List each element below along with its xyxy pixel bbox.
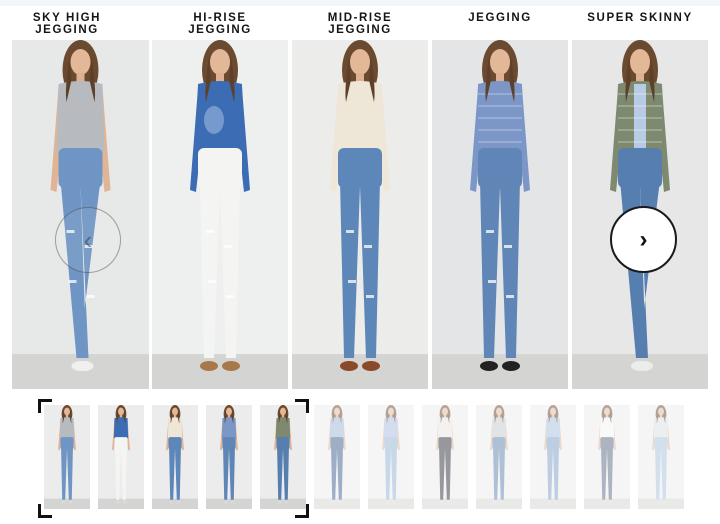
thumbnail[interactable]: [422, 405, 468, 509]
thumbnail-figure: [152, 405, 198, 509]
fit-label: HI-RISE JEGGING: [155, 12, 285, 36]
thumbnail[interactable]: [368, 405, 414, 509]
fit-label-line: MID-RISE: [327, 12, 393, 24]
thumbnail[interactable]: [476, 405, 522, 509]
thumbnail[interactable]: [260, 405, 306, 509]
fit-gallery: ‹ ›: [12, 40, 708, 389]
thumbnail-figure: [530, 405, 576, 509]
thumbnail[interactable]: [152, 405, 198, 509]
fit-label-line: SUPER SKINNY: [587, 12, 693, 24]
thumbnail-figure: [44, 405, 90, 509]
fit-label: SUPER SKINNY: [575, 12, 705, 24]
thumbnail-figure: [260, 405, 306, 509]
thumbnail-figure: [422, 405, 468, 509]
thumbnail[interactable]: [530, 405, 576, 509]
thumbnail-figure: [98, 405, 144, 509]
thumbnail-strip: [38, 399, 684, 518]
fit-label-line: JEGGING: [328, 24, 392, 36]
chevron-right-icon: ›: [639, 225, 648, 253]
fit-label-line: JEGGING: [188, 24, 252, 36]
model-figure: [292, 40, 428, 389]
model-photo[interactable]: [292, 40, 428, 389]
thumbnail[interactable]: [584, 405, 630, 509]
fit-label-line: HI-RISE: [193, 12, 247, 24]
thumbnail-figure: [314, 405, 360, 509]
top-strip: [0, 0, 720, 6]
thumbnail-figure: [368, 405, 414, 509]
fit-label: SKY HIGH JEGGING: [2, 12, 132, 36]
thumbnail[interactable]: [314, 405, 360, 509]
model-photo[interactable]: [432, 40, 568, 389]
thumbnail-figure: [476, 405, 522, 509]
fit-label-line: JEGGING: [468, 12, 532, 24]
chevron-left-icon: ‹: [83, 224, 93, 255]
thumbnail-figure: [584, 405, 630, 509]
thumbnail-figure: [206, 405, 252, 509]
previous-button[interactable]: ‹: [55, 207, 121, 273]
model-figure: [152, 40, 288, 389]
fit-label: JEGGING: [435, 12, 565, 24]
model-photo[interactable]: [152, 40, 288, 389]
fit-label-line: JEGGING: [35, 24, 99, 36]
fit-label: MID-RISE JEGGING: [295, 12, 425, 36]
next-button[interactable]: ›: [610, 206, 677, 273]
thumbnail[interactable]: [638, 405, 684, 509]
thumbnail[interactable]: [44, 405, 90, 509]
thumbnail[interactable]: [206, 405, 252, 509]
fit-label-line: SKY HIGH: [32, 12, 102, 24]
thumbnail-figure: [638, 405, 684, 509]
model-figure: [432, 40, 568, 389]
fit-labels: SKY HIGH JEGGING HI-RISE JEGGING MID-RISE JEG…: [12, 12, 708, 42]
thumbnail[interactable]: [98, 405, 144, 509]
